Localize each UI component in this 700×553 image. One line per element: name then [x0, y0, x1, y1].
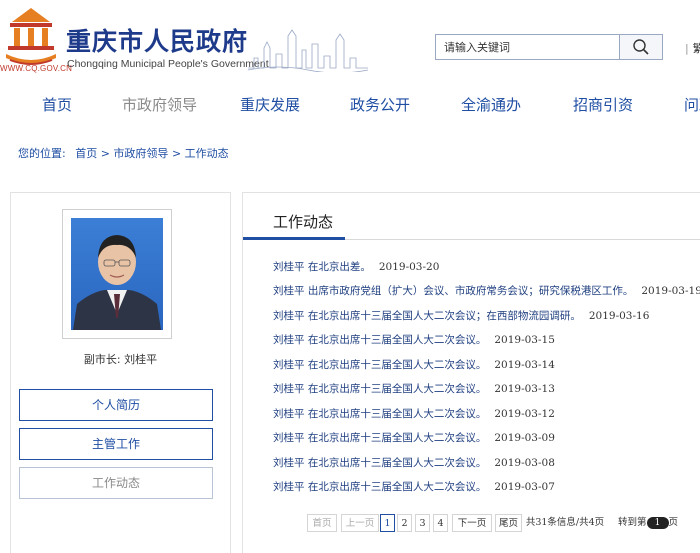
breadcrumb: 您的位置: 首页 > 市政府领导 > 工作动态 — [18, 145, 229, 161]
breadcrumb-prefix: 您的位置: — [18, 147, 66, 160]
pagination-page-button[interactable]: 2 — [397, 514, 412, 532]
menu-responsibilities-button[interactable]: 主管工作 — [19, 428, 213, 460]
pagination-last-button[interactable]: 尾页 — [495, 514, 522, 532]
news-item[interactable]: 刘桂平 在北京出席十三届全国人大二次会议。 2019-03-14 — [273, 357, 555, 372]
news-item[interactable]: 刘桂平 在北京出席十三届全国人大二次会议。 2019-03-15 — [273, 332, 555, 347]
breadcrumb-leaders[interactable]: 市政府领导 — [113, 147, 168, 160]
section-title: 工作动态 — [273, 213, 334, 231]
news-item[interactable]: 刘桂平 出席市政府党组（扩大）会议、市政府常务会议；研究保税港区工作。 2019-… — [273, 283, 700, 298]
news-date: 2019-03-12 — [494, 408, 555, 420]
leader-portrait-image — [71, 218, 163, 330]
goto-prefix: 转到第 — [617, 517, 647, 528]
news-title[interactable]: 刘桂平 在北京出席十三届全国人大二次会议。 — [273, 334, 486, 346]
leader-caption: 副市长: 刘桂平 — [83, 353, 158, 366]
breadcrumb-current[interactable]: 工作动态 — [185, 147, 229, 160]
search-icon — [633, 39, 649, 55]
news-title[interactable]: 刘桂平 在北京出差。 — [273, 261, 371, 273]
news-date: 2019-03-08 — [494, 457, 555, 469]
pagination-page-button[interactable]: 1 — [380, 514, 395, 532]
search-box — [435, 34, 663, 60]
pagination-info: 共31条信息/共4页 — [525, 514, 605, 532]
goto-suffix[interactable]: 页 — [669, 517, 679, 528]
breadcrumb-separator: > — [100, 147, 110, 160]
news-title[interactable]: 刘桂平 在北京出席十三届全国人大二次会议；在西部物流园调研。 — [273, 310, 581, 322]
menu-work-updates-button[interactable]: 工作动态 — [19, 467, 213, 499]
news-title[interactable]: 刘桂平 在北京出席十三届全国人大二次会议。 — [273, 481, 486, 493]
nav-item-investment[interactable]: 招商引资 — [573, 94, 633, 115]
news-item[interactable]: 刘桂平 在北京出席十三届全国人大二次会议。 2019-03-08 — [273, 455, 555, 470]
news-date: 2019-03-20 — [378, 261, 440, 273]
news-title[interactable]: 刘桂平 在北京出席十三届全国人大二次会议。 — [273, 457, 486, 469]
pagination-prev-button[interactable]: 上一页 — [341, 514, 379, 532]
news-item[interactable]: 刘桂平 在北京出差。 2019-03-20 — [273, 259, 439, 274]
news-item[interactable]: 刘桂平 在北京出席十三届全国人大二次会议。 2019-03-07 — [273, 479, 555, 494]
news-date: 2019-03-16 — [588, 310, 650, 322]
breadcrumb-separator: > — [171, 147, 182, 160]
news-title[interactable]: 刘桂平 在北京出席十三届全国人大二次会议。 — [273, 383, 486, 395]
nav-item-home[interactable]: 首页 — [42, 94, 72, 115]
news-item[interactable]: 刘桂平 在北京出席十三届全国人大二次会议。 2019-03-12 — [273, 406, 555, 421]
search-input[interactable] — [436, 35, 622, 59]
leader-photo-frame — [62, 209, 172, 339]
lang-toggle-label[interactable]: 繁 — [693, 42, 700, 55]
news-date: 2019-03-13 — [494, 383, 555, 395]
pagination-page-button[interactable]: 4 — [433, 514, 448, 532]
site-header: WWW.CQ.GOV.CN 重庆市人民政府 Chongqing Municipa… — [0, 0, 700, 80]
logo-url-text: WWW.CQ.GOV.CN — [0, 64, 73, 73]
language-toggle[interactable]: | 繁 — [685, 40, 700, 56]
news-date: 2019-03-07 — [494, 481, 555, 493]
search-button[interactable] — [619, 35, 662, 59]
nav-item-services[interactable]: 全渝通办 — [461, 94, 521, 115]
pagination-first-button[interactable]: 首页 — [307, 514, 337, 532]
breadcrumb-home[interactable]: 首页 — [75, 147, 97, 160]
news-title[interactable]: 刘桂平 在北京出席十三届全国人大二次会议。 — [273, 359, 486, 371]
news-title[interactable]: 刘桂平 在北京出席十三届全国人大二次会议。 — [273, 408, 486, 420]
news-date: 2019-03-14 — [494, 359, 555, 371]
news-item[interactable]: 刘桂平 在北京出席十三届全国人大二次会议。 2019-03-13 — [273, 381, 555, 396]
pagination-page-button[interactable]: 3 — [415, 514, 430, 532]
menu-resume-button[interactable]: 个人简历 — [19, 389, 213, 421]
news-title[interactable]: 刘桂平 出席市政府党组（扩大）会议、市政府常务会议；研究保税港区工作。 — [273, 285, 633, 297]
news-item[interactable]: 刘桂平 在北京出席十三届全国人大二次会议。 2019-03-09 — [273, 430, 555, 445]
news-item[interactable]: 刘桂平 在北京出席十三届全国人大二次会议；在西部物流园调研。 2019-03-16 — [273, 308, 649, 323]
news-panel: 工作动态 刘桂平 在北京出差。 2019-03-20 刘桂平 出席市政府党组（扩大… — [242, 192, 700, 553]
site-title[interactable]: 重庆市人民政府 — [66, 22, 248, 58]
news-title[interactable]: 刘桂平 在北京出席十三届全国人大二次会议。 — [273, 432, 486, 444]
main-nav: 首页 市政府领导 重庆发展 政务公开 全渝通办 招商引资 问政 — [0, 88, 700, 120]
site-subtitle: Chongqing Municipal People's Government — [67, 58, 269, 70]
nav-item-city-leaders[interactable]: 市政府领导 — [122, 94, 197, 115]
nav-item-development[interactable]: 重庆发展 — [240, 94, 300, 115]
nav-item-inquiry[interactable]: 问政 — [684, 94, 700, 115]
nav-item-gov-affairs[interactable]: 政务公开 — [350, 94, 410, 115]
news-date: 2019-03-15 — [494, 334, 555, 346]
news-date: 2019-03-19 — [641, 285, 700, 297]
pagination-next-button[interactable]: 下一页 — [452, 514, 492, 532]
skyline-decoration-icon — [248, 29, 368, 72]
leader-panel: 副市长: 刘桂平 个人简历 主管工作 工作动态 — [10, 192, 231, 553]
government-logo-icon[interactable] — [2, 6, 60, 70]
goto-page-input[interactable]: 1 — [646, 516, 669, 529]
pagination-goto: 转到第 1 页 — [609, 514, 687, 532]
section-title-underline — [243, 237, 345, 240]
news-date: 2019-03-09 — [494, 432, 555, 444]
